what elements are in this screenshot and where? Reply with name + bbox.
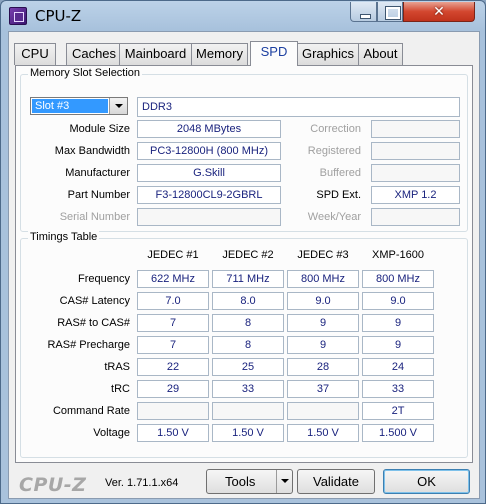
column-header: JEDEC #2 (222, 249, 274, 261)
max-bandwidth-field: PC3-12800H (800 MHz) (137, 142, 281, 160)
spd-ext-field: XMP 1.2 (371, 186, 460, 204)
timing-cell: 7 (137, 314, 209, 332)
tools-button[interactable]: Tools (206, 469, 293, 494)
timing-cell: 800 MHz (362, 270, 434, 288)
serial-number-label: Serial Number (59, 211, 130, 223)
timing-row-label: Voltage (93, 427, 130, 439)
timing-row-label: RAS# to CAS# (57, 317, 130, 329)
tab-cpu[interactable]: CPU (14, 43, 56, 65)
registered-field (371, 142, 460, 160)
week-year-field (371, 208, 460, 226)
timing-cell: 29 (137, 380, 209, 398)
client-area: CPU Caches Mainboard Memory SPD Graphics… (8, 31, 480, 499)
timing-cell: 33 (362, 380, 434, 398)
cpuz-window: CPU-Z ✕ CPU Caches Mainboard Memory SPD … (0, 0, 486, 504)
timings-table-group: Timings Table JEDEC #1 JEDEC #2 JEDEC #3… (20, 231, 468, 458)
title-bar[interactable]: CPU-Z ✕ (1, 1, 485, 31)
timing-cell: 622 MHz (137, 270, 209, 288)
maximize-button[interactable] (377, 2, 403, 22)
buffered-label: Buffered (319, 167, 361, 179)
manufacturer-label: Manufacturer (65, 167, 130, 179)
tab-about[interactable]: About (358, 43, 403, 65)
tab-memory[interactable]: Memory (191, 43, 248, 65)
week-year-label: Week/Year (307, 211, 361, 223)
timing-cell (287, 402, 359, 420)
timing-row-label: tRC (111, 383, 130, 395)
validate-button[interactable]: Validate (297, 469, 375, 494)
max-bandwidth-label: Max Bandwidth (54, 145, 130, 157)
timing-cell: 711 MHz (212, 270, 284, 288)
spd-ext-label: SPD Ext. (316, 189, 361, 201)
tools-button-label: Tools (225, 474, 256, 489)
timing-cell: 1.500 V (362, 424, 434, 442)
registered-label: Registered (307, 145, 361, 157)
column-header: XMP-1600 (372, 249, 424, 261)
timing-cell: 1.50 V (137, 424, 209, 442)
module-size-field: 2048 MBytes (137, 120, 281, 138)
correction-field (371, 120, 460, 138)
memory-slot-selection-group: Memory Slot Selection Slot #3 DDR3 Modul… (20, 67, 468, 232)
timing-cell: 33 (212, 380, 284, 398)
part-number-label: Part Number (67, 189, 130, 201)
window-title: CPU-Z (35, 7, 82, 25)
timing-row-label: RAS# Precharge (47, 339, 130, 351)
memory-type-field: DDR3 (137, 97, 460, 117)
spd-tab-panel: Memory Slot Selection Slot #3 DDR3 Modul… (15, 65, 473, 463)
close-icon: ✕ (433, 3, 445, 19)
timing-cell: 7 (137, 336, 209, 354)
module-size-label: Module Size (69, 123, 130, 135)
tab-spd[interactable]: SPD (250, 41, 298, 66)
timing-cell: 7.0 (137, 292, 209, 310)
timing-row-label: Frequency (78, 273, 130, 285)
tab-graphics[interactable]: Graphics (297, 43, 359, 65)
timing-cell: 8 (212, 336, 284, 354)
timing-cell: 25 (212, 358, 284, 376)
minimize-button[interactable] (350, 2, 377, 22)
version-label: Ver. 1.71.1.x64 (105, 477, 179, 489)
timing-cell: 9 (287, 336, 359, 354)
buffered-field (371, 164, 460, 182)
column-header: JEDEC #3 (297, 249, 349, 261)
cpuz-app-icon (9, 7, 27, 25)
close-button[interactable]: ✕ (403, 2, 475, 22)
timing-cell: 8 (212, 314, 284, 332)
timing-cell: 24 (362, 358, 434, 376)
correction-label: Correction (310, 123, 361, 135)
tab-mainboard[interactable]: Mainboard (119, 43, 192, 65)
serial-number-field (137, 208, 281, 226)
timing-cell (212, 402, 284, 420)
timing-cell: 28 (287, 358, 359, 376)
timing-cell: 22 (137, 358, 209, 376)
timing-cell: 37 (287, 380, 359, 398)
timing-cell: 9 (362, 336, 434, 354)
chevron-down-icon[interactable] (276, 470, 292, 493)
timing-cell: 9 (362, 314, 434, 332)
timing-cell: 8.0 (212, 292, 284, 310)
timing-row-label: tRAS (104, 361, 130, 373)
timing-cell: 9.0 (362, 292, 434, 310)
timing-cell: 1.50 V (287, 424, 359, 442)
timing-row-label: Command Rate (52, 405, 130, 417)
cpuz-logo: CPU-Z (19, 474, 87, 496)
timing-cell (137, 402, 209, 420)
timing-cell: 9.0 (287, 292, 359, 310)
memory-slot-selection-title: Memory Slot Selection (28, 67, 143, 79)
ok-button[interactable]: OK (383, 469, 470, 494)
part-number-field: F3-12800CL9-2GBRL (137, 186, 281, 204)
slot-select[interactable]: Slot #3 (30, 97, 128, 115)
timing-cell: 800 MHz (287, 270, 359, 288)
tab-caches[interactable]: Caches (66, 43, 122, 65)
timing-cell: 9 (287, 314, 359, 332)
timings-table-title: Timings Table (28, 231, 100, 243)
timing-cell: 2T (362, 402, 434, 420)
slot-select-value: Slot #3 (32, 99, 108, 113)
timing-row-label: CAS# Latency (59, 295, 130, 307)
manufacturer-field: G.Skill (137, 164, 281, 182)
timing-cell: 1.50 V (212, 424, 284, 442)
column-header: JEDEC #1 (147, 249, 199, 261)
chevron-down-icon[interactable] (109, 98, 127, 114)
